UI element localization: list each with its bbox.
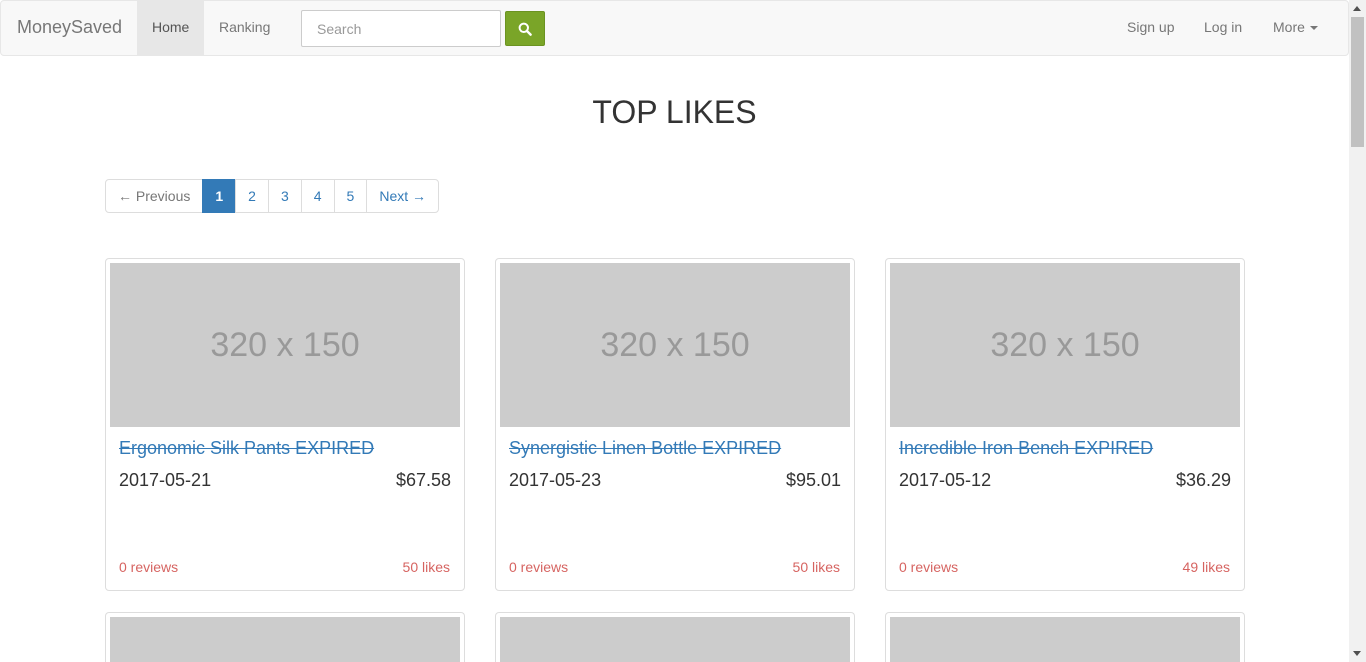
pagination-page-1[interactable]: 1: [202, 179, 237, 213]
nav-home[interactable]: Home: [137, 1, 205, 55]
deal-title-link[interactable]: Incredible Iron Bench EXPIRED: [899, 438, 1153, 458]
nav-ranking[interactable]: Ranking: [204, 1, 285, 55]
pagination-previous[interactable]: ← Previous: [105, 179, 204, 213]
pagination: ← Previous 1 2 3 4 5 Next →: [105, 179, 440, 213]
deal-likes-count: 50 likes: [402, 559, 450, 575]
scrollbar[interactable]: [1349, 0, 1366, 662]
more-dropdown[interactable]: More: [1258, 1, 1333, 55]
deal-date: 2017-05-23: [509, 470, 602, 490]
chevron-down-icon: [1309, 26, 1318, 31]
deal-price: $67.58: [395, 470, 451, 490]
deal-image-placeholder[interactable]: 320 x 150: [110, 263, 460, 427]
deal-price: $95.01: [785, 470, 841, 490]
scroll-thumb[interactable]: [1351, 17, 1364, 147]
search-input[interactable]: [301, 10, 501, 47]
deal-image-placeholder[interactable]: [110, 617, 460, 662]
deal-image-placeholder[interactable]: [890, 617, 1240, 662]
deal-image-placeholder[interactable]: [500, 617, 850, 662]
search-icon: [518, 22, 532, 36]
deal-reviews-count: 0 reviews: [119, 559, 179, 575]
brand-logo[interactable]: MoneySaved: [17, 17, 122, 37]
deal-card: 320 x 150 Ergonomic Silk Pants EXPIRED 2…: [105, 258, 465, 591]
deal-reviews-count: 0 reviews: [509, 559, 569, 575]
pagination-next[interactable]: Next →: [366, 179, 440, 213]
navbar: MoneySaved Home Ranking Sign up Log in M…: [0, 0, 1349, 56]
deal-card: 320 x 150 Synergistic Linen Bottle EXPIR…: [495, 258, 855, 591]
pagination-page-4[interactable]: 4: [300, 179, 335, 213]
deal-card: [495, 612, 855, 662]
deal-image-placeholder[interactable]: 320 x 150: [890, 263, 1240, 427]
deal-date: 2017-05-21: [119, 470, 212, 490]
search-button[interactable]: [505, 11, 545, 46]
pagination-page-5[interactable]: 5: [333, 179, 368, 213]
deal-reviews-count: 0 reviews: [899, 559, 959, 575]
deal-date: 2017-05-12: [899, 470, 992, 490]
deal-image-placeholder[interactable]: 320 x 150: [500, 263, 850, 427]
deal-title-link[interactable]: Ergonomic Silk Pants EXPIRED: [119, 438, 374, 458]
scroll-down-icon[interactable]: [1353, 651, 1361, 656]
pagination-page-2[interactable]: 2: [235, 179, 269, 213]
page-title: TOP LIKES: [592, 94, 757, 130]
more-label: More: [1273, 19, 1305, 35]
deal-title-link[interactable]: Synergistic Linen Bottle EXPIRED: [509, 438, 781, 458]
deal-card: [105, 612, 465, 662]
login-link[interactable]: Log in: [1189, 1, 1257, 55]
scroll-up-icon[interactable]: [1353, 6, 1361, 11]
deal-likes-count: 50 likes: [792, 559, 840, 575]
signup-link[interactable]: Sign up: [1112, 1, 1189, 55]
deal-likes-count: 49 likes: [1182, 559, 1230, 575]
deal-price: $36.29: [1175, 470, 1231, 490]
deal-card: [885, 612, 1245, 662]
pagination-page-3[interactable]: 3: [267, 179, 302, 213]
deal-card: 320 x 150 Incredible Iron Bench EXPIRED …: [885, 258, 1245, 591]
